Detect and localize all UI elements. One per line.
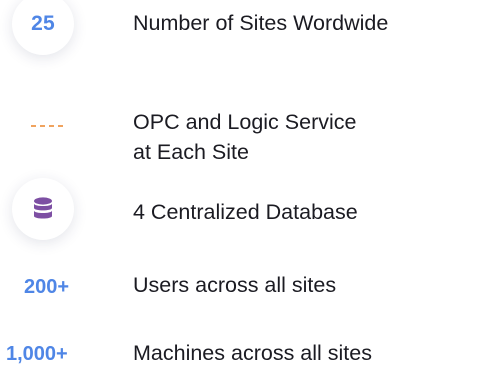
machines-count-label: Machines across all sites (133, 341, 372, 365)
database-badge (12, 178, 74, 240)
sites-count-badge: 25 (12, 0, 74, 55)
sites-count-value: 25 (31, 12, 55, 35)
machines-count-value: 1,000+ (6, 343, 68, 365)
users-count-label: Users across all sites (133, 273, 337, 297)
database-icon (33, 197, 53, 221)
sites-count-label: Number of Sites Wordwide (133, 11, 389, 35)
database-label: 4 Centralized Database (133, 200, 358, 224)
opc-service-label-line2: at Each Site (133, 140, 249, 164)
opc-service-label-line1: OPC and Logic Service (133, 110, 357, 134)
users-count-value: 200+ (24, 276, 70, 298)
dashed-line-icon (31, 125, 63, 127)
